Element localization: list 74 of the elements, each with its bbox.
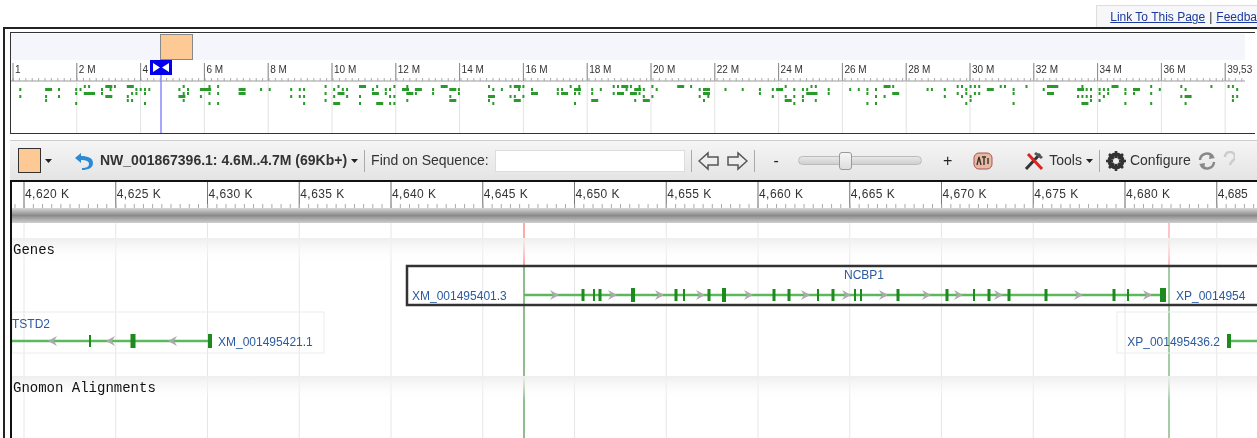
gene-model-drawing[interactable] (1227, 334, 1257, 348)
ruler-label: 4,645 K (483, 187, 528, 201)
ruler-label: 4,665 K (850, 187, 895, 201)
ruler-label: 39,53 (1227, 64, 1253, 75)
ruler-label: 4,675 K (1034, 187, 1079, 201)
gene-name[interactable]: TSTD2 (12, 317, 50, 331)
tools-menu-button[interactable]: Tools (1023, 149, 1093, 172)
ruler-label: 6 M (206, 64, 224, 75)
ruler-label: 28 M (908, 64, 931, 75)
protein-label[interactable]: XP_0014954 (1176, 289, 1246, 303)
color-picker-button[interactable] (18, 148, 52, 173)
ruler-label: 30 M (972, 64, 995, 75)
zoom-slider[interactable] (797, 151, 922, 170)
gene-model-drawing[interactable] (12, 334, 212, 348)
ruler-label: 10 M (334, 64, 357, 75)
refresh-icon[interactable] (1196, 150, 1217, 171)
transcript-label[interactable]: XM_001495401.3 (412, 289, 507, 303)
ruler-label: 12 M (397, 64, 421, 75)
caret-icon (351, 158, 359, 163)
separator-text: | (1209, 10, 1213, 24)
ruler-label: 4,685 (1217, 187, 1248, 201)
ruler-label: 32 M (1035, 64, 1059, 75)
ruler-label: 2 M (78, 64, 96, 75)
feature-outline[interactable] (1116, 311, 1257, 354)
ruler-label: 4,640 K (392, 187, 436, 201)
ruler-label: 4,630 K (208, 187, 253, 201)
range-slider-handle[interactable] (150, 60, 172, 75)
sequence-title-dropdown[interactable]: NW_001867396.1: 4.6M..4.7M (69Kb+) (100, 150, 359, 171)
ruler-label: 4,680 K (1126, 187, 1170, 201)
ruler-label: 14 M (461, 64, 484, 75)
tools-icon (1023, 149, 1046, 172)
configure-button[interactable]: Configure (1105, 150, 1191, 171)
ruler-label: 4,670 K (942, 187, 987, 201)
ruler-label: 26 M (844, 64, 867, 75)
track-title[interactable]: Genes (13, 242, 55, 258)
transcript-label[interactable]: XM_001495421.1 (218, 335, 313, 349)
caret-icon (1085, 158, 1093, 163)
find-label: Find on Sequence: (371, 151, 489, 170)
zoom-slider-thumb[interactable] (838, 152, 852, 170)
zoom-in-button[interactable]: + (941, 147, 954, 174)
ruler-label: 36 M (1163, 64, 1186, 75)
ruler-label: 8 M (270, 64, 287, 75)
undo-icon[interactable] (74, 150, 94, 171)
ruler-label: 4 (142, 64, 149, 75)
zoom-out-button[interactable]: - (772, 147, 780, 174)
ruler-label: 4,625 K (116, 187, 161, 201)
caret-icon (45, 158, 52, 163)
ruler-label: 16 M (525, 64, 548, 75)
ruler-label: 4,660 K (759, 187, 803, 201)
pan-left-icon[interactable] (697, 149, 720, 172)
gene-model-drawing[interactable] (524, 288, 1166, 302)
header-link[interactable]: Link To This Page (1110, 10, 1206, 24)
ruler-label: 22 M (716, 64, 740, 75)
protein-label[interactable]: XP_001495436.2 (1127, 335, 1220, 349)
ruler-label: 1 (15, 64, 21, 75)
find-field[interactable] (494, 149, 685, 172)
ruler-label: 4,635 K (300, 187, 345, 201)
feature-outline[interactable] (12, 311, 325, 354)
selection-box[interactable] (405, 264, 1257, 307)
ruler-label: 4,650 K (575, 187, 620, 201)
ruler-label: 4,620 K (25, 187, 69, 201)
track-title[interactable]: Gnomon Alignments (13, 380, 156, 396)
visible-range-marker[interactable] (160, 34, 193, 60)
sequence-icon[interactable] (973, 151, 994, 170)
ruler-label: 34 M (1099, 64, 1122, 75)
ruler-label: 4,655 K (667, 187, 712, 201)
ruler-label: 24 M (780, 64, 803, 75)
gene-name[interactable]: NCBP1 (844, 268, 884, 282)
pan-right-icon[interactable] (725, 149, 748, 172)
settings-icon (1105, 150, 1126, 171)
ruler-label: 20 M (653, 64, 676, 75)
ruler-label: 18 M (589, 64, 612, 75)
scale-bar[interactable] (12, 208, 1257, 223)
header-link[interactable]: Feedba (1216, 10, 1257, 24)
